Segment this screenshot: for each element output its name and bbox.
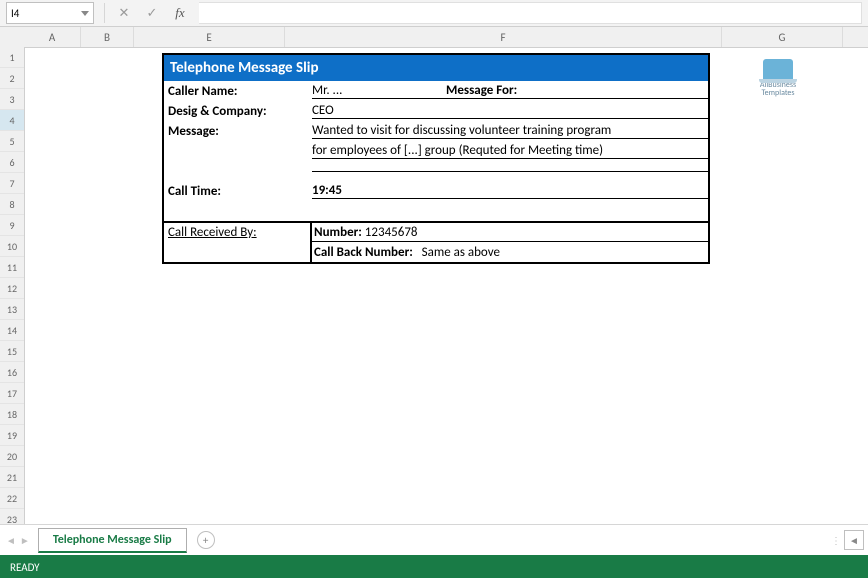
row-header[interactable]: 16 [0,362,24,383]
cancel-icon[interactable]: ✕ [115,4,133,22]
label-call-time: Call Time: [164,184,312,199]
row-header[interactable]: 11 [0,257,24,278]
row-header[interactable]: 22 [0,488,24,509]
row-header[interactable]: 20 [0,446,24,467]
chevron-down-icon[interactable] [81,11,89,16]
row-header[interactable]: 9 [0,215,24,236]
tab-prev-icon[interactable]: ◄ [6,534,16,547]
row-header[interactable]: 3 [0,89,24,110]
formula-bar: I4 ✕ ✓ fx [0,0,868,27]
row-footer-2: Call Back Number: Same as above [164,242,708,262]
divider [104,3,105,23]
template-logo: AllBusiness Templates [750,59,806,97]
sheet-canvas[interactable]: AllBusiness Templates Telephone Message … [24,47,868,524]
slip-title: Telephone Message Slip [164,55,708,81]
label-message-for: Message For: [446,83,517,98]
row-header[interactable]: 12 [0,278,24,299]
new-sheet-button[interactable]: + [197,531,215,549]
row-header[interactable]: 14 [0,320,24,341]
column-header[interactable]: G [722,27,843,47]
row-header[interactable]: 10 [0,236,24,257]
label-desig-company: Desig & Company: [164,104,312,119]
row-spacer [164,201,708,221]
row-header[interactable]: 23 [0,509,24,524]
name-box[interactable]: I4 [6,2,94,24]
value-caller-name[interactable]: Mr. ... Message For: [312,83,708,99]
label-message: Message: [164,124,312,139]
row-header[interactable]: 17 [0,383,24,404]
row-header[interactable]: 5 [0,131,24,152]
label-caller-name: Caller Name: [164,84,312,99]
row-header[interactable]: 15 [0,341,24,362]
value-message-line3[interactable] [312,171,708,172]
formula-input[interactable] [199,2,862,24]
row-header[interactable]: 21 [0,467,24,488]
tabs-right-controls: ⋮ ◄ [831,525,864,555]
spreadsheet-grid[interactable]: A B E F G 1 2 3 4 5 6 7 8 9 10 11 12 13 … [0,27,868,524]
row-header[interactable]: 8 [0,194,24,215]
laptop-icon [763,59,793,79]
message-slip: Telephone Message Slip Caller Name: Mr. … [162,53,710,264]
row-caller-name: Caller Name: Mr. ... Message For: [164,81,708,101]
sheet-tabs-bar: ◄ ► Telephone Message Slip + ⋮ ◄ [0,524,868,555]
logo-line2: Templates [761,88,794,98]
sheet-tab-active[interactable]: Telephone Message Slip [38,528,187,553]
value-desig-company[interactable]: CEO [312,103,708,119]
row-header[interactable]: 13 [0,299,24,320]
confirm-icon[interactable]: ✓ [143,4,161,22]
label-call-received-by: Call Received By: [164,223,312,242]
row-header[interactable]: 18 [0,404,24,425]
row-desig: Desig & Company: CEO [164,101,708,121]
status-bar: READY [0,555,868,578]
value-call-time[interactable]: 19:45 [312,183,708,199]
row-header[interactable]: 1 [0,47,24,68]
status-text: READY [10,561,40,574]
value-number[interactable]: Number: 12345678 [312,223,708,242]
row-header[interactable]: 7 [0,173,24,194]
drag-handle-icon[interactable]: ⋮ [831,534,842,547]
row-header[interactable]: 6 [0,152,24,173]
column-headers: A B E F G [24,27,868,48]
row-header[interactable]: 19 [0,425,24,446]
tab-next-icon[interactable]: ► [20,534,30,547]
row-message-1: Message: Wanted to visit for discussing … [164,121,708,141]
row-header[interactable]: 2 [0,68,24,89]
value-message-line1[interactable]: Wanted to visit for discussing volunteer… [312,123,708,139]
value-message-line2[interactable]: for employees of [...] group (Requted fo… [312,143,708,159]
row-message-2: for employees of [...] group (Requted fo… [164,141,708,161]
tab-nav: ◄ ► [6,534,38,547]
value-call-received-by[interactable] [164,242,312,262]
select-all-corner[interactable] [0,27,25,48]
value-call-back-number[interactable]: Call Back Number: Same as above [312,242,708,262]
scroll-left-icon[interactable]: ◄ [844,530,864,550]
row-call-time: Call Time: 19:45 [164,181,708,201]
row-header[interactable]: 4 [0,110,24,131]
row-headers: 1 2 3 4 5 6 7 8 9 10 11 12 13 14 15 16 1… [0,47,25,524]
column-header[interactable]: A [24,27,81,47]
row-footer-1: Call Received By: Number: 12345678 [164,221,708,242]
column-header[interactable]: B [81,27,134,47]
name-box-value: I4 [11,7,19,20]
column-header[interactable]: F [285,27,722,47]
fx-icon[interactable]: fx [171,4,189,22]
column-header[interactable]: E [134,27,285,47]
row-message-3 [164,161,708,181]
